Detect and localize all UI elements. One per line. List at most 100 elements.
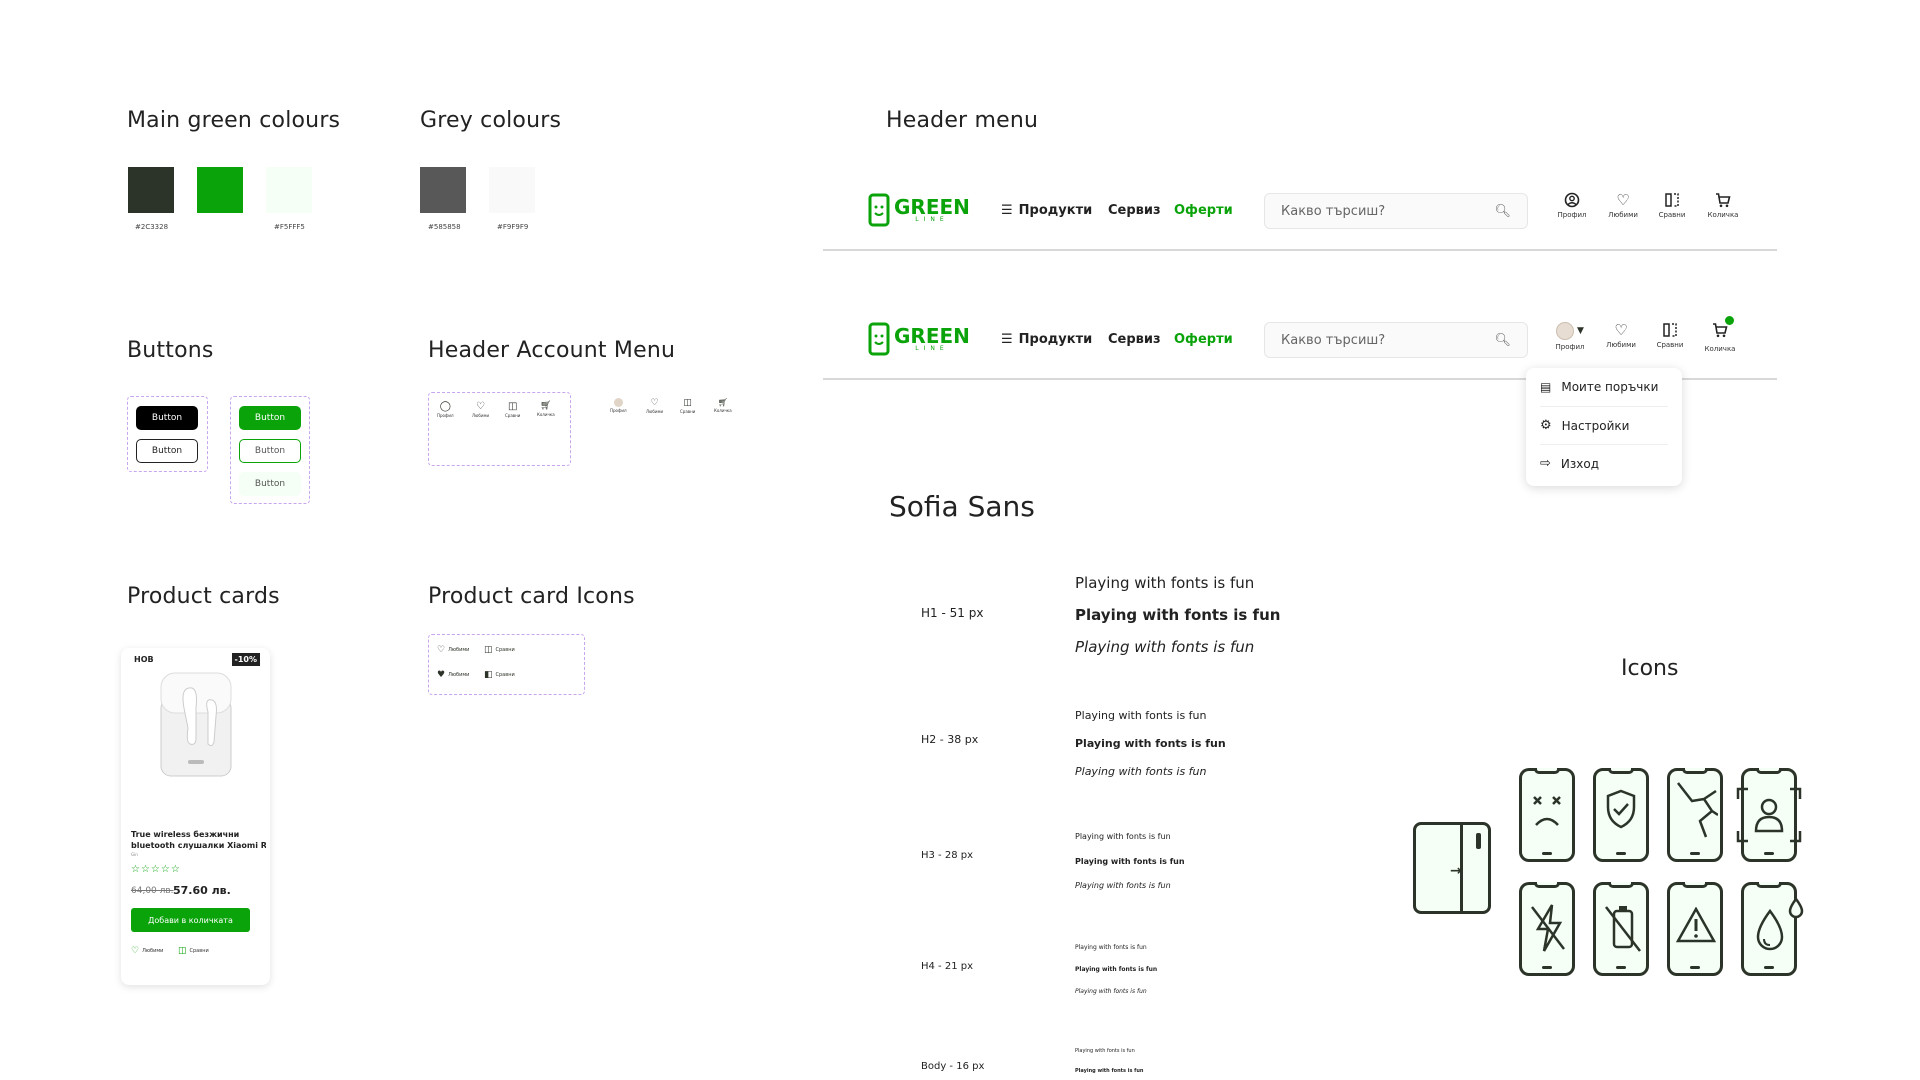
logo-text: GREEN	[894, 194, 970, 219]
header-favorites[interactable]: ♡ Любими	[1601, 322, 1641, 349]
phone-protection-shield-icon	[1593, 768, 1649, 862]
secondary-dark-button[interactable]: Button	[136, 439, 198, 463]
product-title-line1: True wireless безжични	[131, 830, 240, 839]
nav-offers[interactable]: Оферти	[1174, 332, 1233, 347]
mini-profile-avatar[interactable]: Профил	[610, 398, 627, 413]
mini-cart[interactable]: 🛒︎ Количка	[537, 401, 555, 417]
cart-icon	[1713, 323, 1728, 338]
dropdown-my-orders[interactable]: ▤ Моите поръчки	[1540, 380, 1658, 394]
primary-green-button[interactable]: Button	[239, 406, 301, 430]
account-menu-preview: ◯ Профил ♡ Любими ◫ Сравни 🛒︎ Количка	[428, 392, 571, 466]
type-label-h4: H4 - 21 px	[921, 961, 974, 972]
nav-products[interactable]: ☰ Продукти	[1001, 332, 1092, 347]
compare-icon: ◫	[683, 398, 692, 408]
mini-cart[interactable]: 🛒︎ Количка	[714, 398, 732, 413]
gear-icon: ⚙	[1540, 418, 1552, 433]
header-favorites[interactable]: ♡ Любими	[1603, 192, 1643, 219]
section-title-header-menu: Header menu	[886, 108, 1039, 133]
type-sample-body-regular: Playing with fonts is fun	[1075, 1048, 1135, 1054]
product-card[interactable]: НОВ -10% True wireless безжични bluetoot…	[121, 648, 270, 985]
search-icon[interactable]: 🔍︎	[1494, 204, 1511, 219]
tertiary-green-button[interactable]: Button	[239, 472, 301, 496]
phone-logo-icon	[868, 322, 890, 356]
swatch-dark-green	[128, 167, 174, 213]
header-profile-avatar[interactable]: ▼ Профил	[1550, 322, 1590, 351]
product-brand: Gin	[131, 852, 138, 857]
chevron-down-icon: ▼	[1577, 326, 1584, 336]
type-sample-h1-regular: Playing with fonts is fun	[1075, 574, 1255, 592]
hex-label: #F9F9F9	[497, 223, 529, 231]
card-icon-favorites-outline[interactable]: ♡ Любими	[437, 645, 469, 655]
logo[interactable]: GREEN LINE	[868, 193, 970, 227]
cart-icon	[1716, 193, 1731, 208]
badge-new: НОВ	[134, 655, 154, 664]
mini-favorites[interactable]: ♡ Любими	[472, 401, 489, 418]
dropdown-logout[interactable]: ⇨ Изход	[1540, 456, 1599, 471]
nav-offers[interactable]: Оферти	[1174, 203, 1233, 218]
product-title-line2: bluetooth слушалки Xiaomi Red...	[131, 841, 266, 850]
face-id-repair-icon	[1736, 768, 1802, 862]
price: 57.60 лв.	[173, 884, 231, 897]
section-title-main-green: Main green colours	[127, 108, 341, 133]
swatch-light-green	[266, 167, 312, 213]
rating-stars[interactable]: ☆☆☆☆☆	[131, 864, 181, 875]
avatar	[613, 398, 623, 407]
foldable-phone-icon: →	[1413, 822, 1491, 914]
type-sample-h4-italic: Playing with fonts is fun	[1075, 988, 1147, 995]
type-sample-h2-italic: Playing with fonts is fun	[1075, 765, 1207, 778]
mini-profile[interactable]: ◯ Профил	[437, 401, 454, 418]
cart-count-badge: 0	[1725, 316, 1734, 325]
mini-compare[interactable]: ◫ Сравни	[680, 398, 695, 414]
type-sample-h2-regular: Playing with fonts is fun	[1075, 709, 1207, 722]
type-label-h3: H3 - 28 px	[921, 850, 974, 861]
nav-service[interactable]: Сервиз	[1108, 332, 1161, 347]
nav-products[interactable]: ☰ Продукти	[1001, 203, 1092, 218]
hex-label: #F5FFF5	[274, 223, 305, 231]
add-to-cart-button[interactable]: Добави в количката	[131, 908, 250, 932]
hex-label: #2C3328	[135, 223, 169, 231]
mini-favorites[interactable]: ♡ Любими	[646, 398, 663, 414]
badge-discount: -10%	[231, 653, 260, 666]
card-icons-preview: ♡ Любими ◫ Сравни ♥ Любими ◧ Сравни	[428, 634, 585, 695]
card-icon-compare-outline[interactable]: ◫ Сравни	[484, 645, 515, 655]
dropdown-settings[interactable]: ⚙ Настройки	[1540, 418, 1629, 433]
cart-icon: 🛒︎	[540, 401, 552, 411]
type-sample-h3-bold: Playing with fonts is fun	[1075, 857, 1185, 866]
phone-logo-icon	[868, 193, 890, 227]
menu-icon: ☰	[1001, 203, 1013, 218]
compare-icon	[1665, 193, 1679, 207]
heart-filled-icon: ♥	[437, 670, 446, 680]
card-icon-favorites-filled[interactable]: ♥ Любими	[437, 670, 469, 680]
heart-icon: ♡	[1616, 191, 1630, 209]
search-input[interactable]: Какво търсиш? 🔍︎	[1264, 322, 1528, 358]
type-sample-h4-regular: Playing with fonts is fun	[1075, 944, 1147, 951]
water-damage-icon	[1741, 882, 1804, 976]
button-group-dark: Button Button	[127, 396, 208, 472]
type-sample-body-bold: Playing with fonts is fun	[1075, 1068, 1144, 1074]
header-cart[interactable]: Количка	[1703, 192, 1743, 219]
header-cart[interactable]: 0 Количка	[1700, 316, 1740, 353]
heart-icon: ♡	[476, 401, 486, 412]
cart-icon: 🛒︎	[717, 398, 728, 407]
search-input[interactable]: Какво търсиш? 🔍︎	[1264, 193, 1528, 229]
header-compare[interactable]: Сравни	[1650, 322, 1690, 349]
header-profile[interactable]: Профил	[1552, 192, 1592, 219]
mini-compare[interactable]: ◫ Сравни	[505, 401, 520, 418]
logo[interactable]: GREEN LINE	[868, 322, 970, 356]
divider	[1540, 444, 1668, 445]
search-icon[interactable]: 🔍︎	[1494, 333, 1511, 348]
secondary-green-button[interactable]: Button	[239, 439, 301, 463]
section-title-buttons: Buttons	[127, 338, 214, 363]
heart-outline-icon: ♡	[437, 645, 446, 655]
primary-dark-button[interactable]: Button	[136, 406, 198, 430]
list-icon: ▤	[1540, 380, 1552, 394]
header-compare[interactable]: Сравни	[1652, 192, 1692, 219]
type-sample-h1-italic: Playing with fonts is fun	[1075, 638, 1255, 656]
heart-icon: ♡	[1614, 321, 1628, 339]
card-favorites[interactable]: ♡ Любими	[131, 946, 163, 956]
card-compare[interactable]: ◫ Сравни	[178, 946, 209, 956]
nav-service[interactable]: Сервиз	[1108, 203, 1161, 218]
card-icon-compare-filled[interactable]: ◧ Сравни	[484, 670, 515, 680]
product-image	[160, 672, 232, 777]
section-title-header-account: Header Account Menu	[428, 338, 676, 363]
